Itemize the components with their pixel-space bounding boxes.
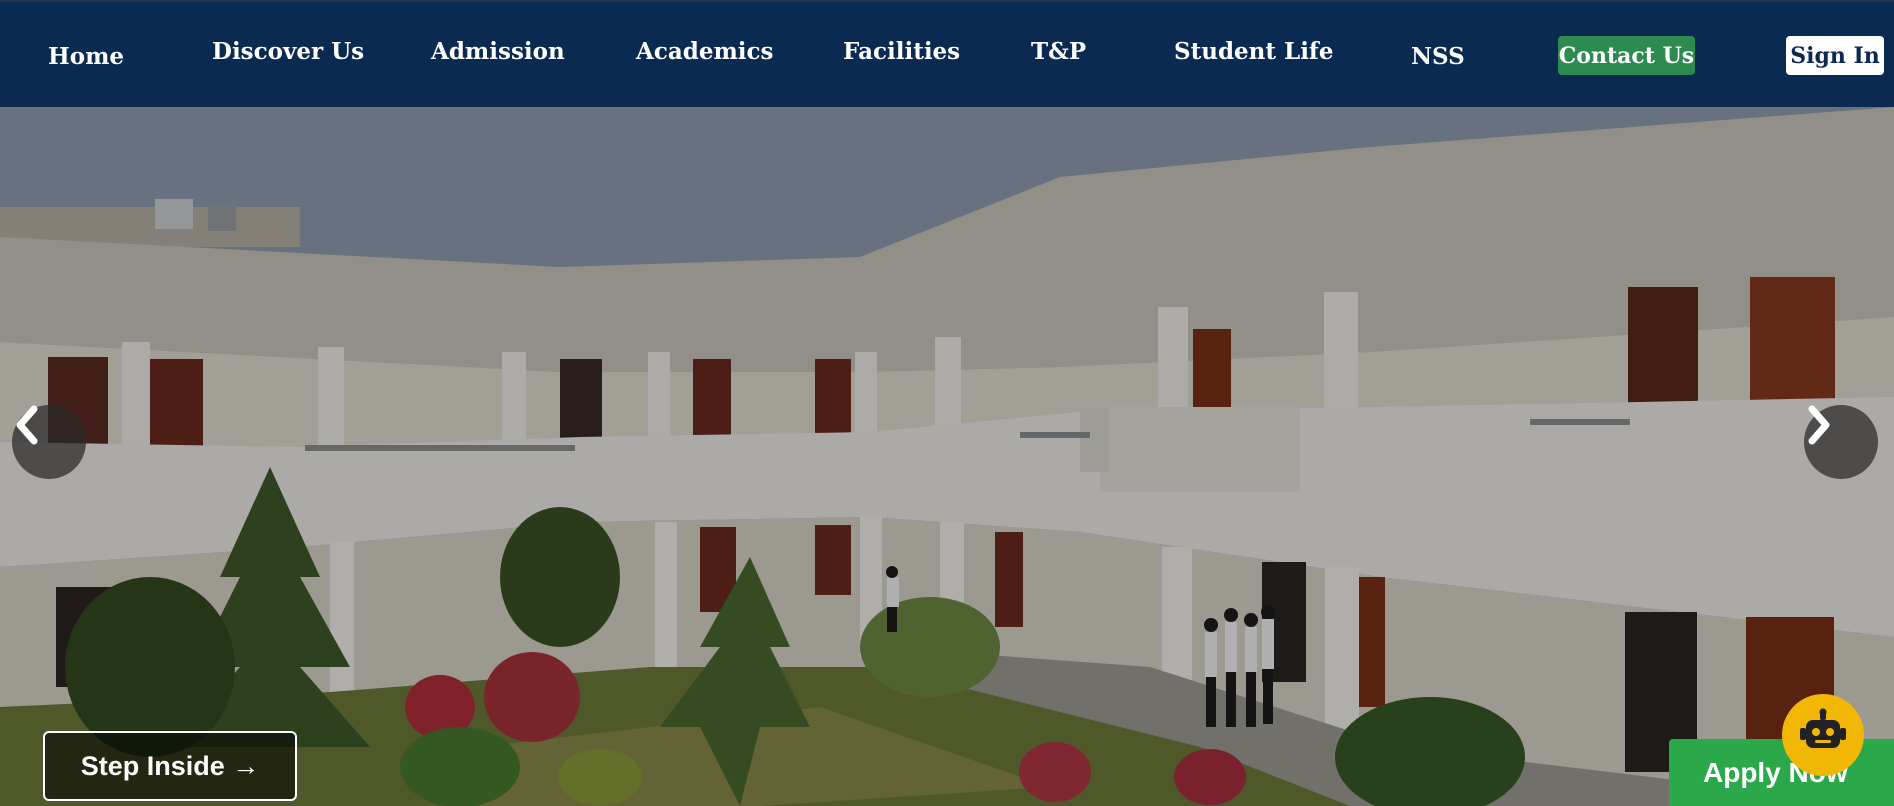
nav-item-facilities[interactable]: Facilities (843, 38, 960, 65)
nav-item-discover-us[interactable]: Discover Us (212, 38, 364, 65)
nav-item-home[interactable]: Home (48, 43, 124, 70)
nav-item-tnp[interactable]: T&P (1031, 38, 1086, 65)
nav-item-nss[interactable]: NSS (1411, 43, 1465, 70)
chatbot-button[interactable] (1782, 694, 1864, 776)
carousel-prev-button[interactable] (12, 405, 86, 479)
contact-us-button[interactable]: Contact Us (1558, 36, 1695, 75)
carousel-next-button[interactable] (1804, 405, 1878, 479)
hero-dark-overlay (0, 107, 1894, 806)
hero-carousel (0, 107, 1894, 806)
nav-item-academics[interactable]: Academics (636, 38, 774, 65)
main-navigation: Home Discover Us Admission Academics Fac… (0, 2, 1894, 107)
step-inside-button[interactable]: Step Inside → (43, 731, 297, 801)
robot-icon (1798, 708, 1848, 762)
nav-item-student-life[interactable]: Student Life (1174, 38, 1333, 65)
sign-in-button[interactable]: Sign In (1786, 36, 1884, 75)
nav-item-admission[interactable]: Admission (431, 38, 565, 65)
